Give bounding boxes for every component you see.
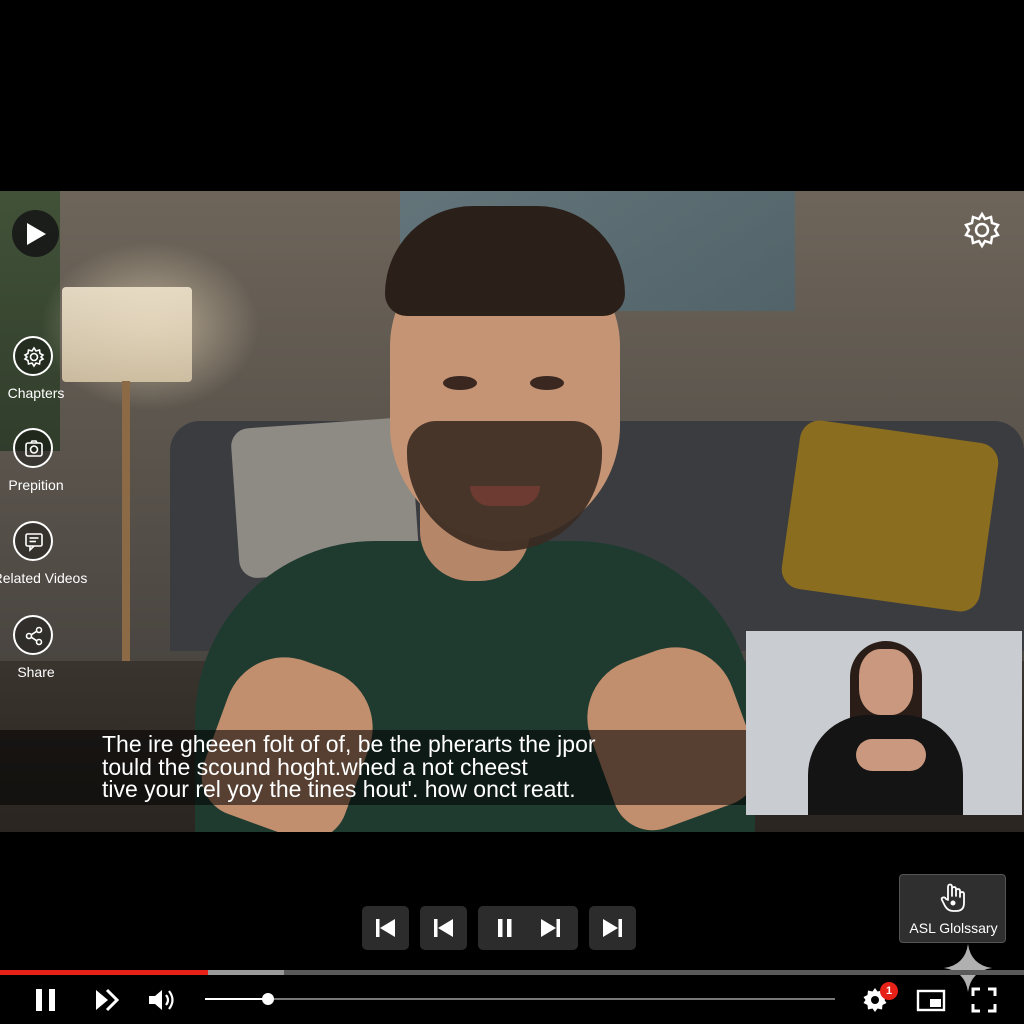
pillow-yellow	[779, 417, 1001, 615]
related-videos-button[interactable]	[13, 521, 53, 561]
sign-language-interpreter-video[interactable]	[746, 631, 1022, 815]
gear-icon	[23, 346, 45, 368]
volume-level	[205, 998, 268, 1000]
previous-icon	[434, 919, 453, 937]
asl-glossary-button[interactable]: ASL Glolssary	[899, 874, 1006, 943]
chapters-button[interactable]	[13, 336, 53, 376]
volume-button[interactable]	[147, 985, 177, 1020]
next-icon	[541, 919, 560, 937]
pause-icon	[36, 989, 55, 1011]
play-icon	[27, 223, 46, 245]
gear-icon	[964, 211, 1000, 249]
presenter-eye-right	[530, 376, 564, 390]
play-overlay-button[interactable]	[12, 210, 59, 257]
next-button[interactable]	[94, 985, 122, 1020]
hand-pointer-icon	[940, 883, 965, 912]
chat-icon	[25, 533, 43, 552]
camera-icon	[25, 440, 43, 457]
fullscreen-button[interactable]	[970, 985, 998, 1020]
next-icon	[96, 988, 120, 1012]
lamp-stand	[122, 381, 130, 681]
lamp-shade	[62, 287, 192, 382]
pause-icon	[498, 919, 512, 937]
settings-notification-badge: 1	[880, 982, 898, 1000]
skip-back-button[interactable]	[362, 906, 409, 950]
side-menu-share[interactable]: Share	[0, 615, 72, 681]
volume-handle[interactable]	[262, 993, 274, 1005]
asl-glossary-label: ASL Glolssary	[909, 920, 998, 936]
side-menu-label: Share	[17, 664, 55, 680]
miniplayer-icon	[916, 989, 946, 1012]
skip-back-icon	[376, 919, 395, 937]
progress-played	[0, 970, 208, 975]
share-button[interactable]	[13, 615, 53, 655]
previous-button[interactable]	[420, 906, 467, 950]
miniplayer-button[interactable]	[916, 985, 946, 1020]
pause-button[interactable]	[33, 985, 59, 1020]
pause-next-button-group[interactable]	[478, 906, 578, 950]
caption-line: The ire gheeen folt of of, be the pherar…	[102, 731, 596, 757]
side-menu-prepition[interactable]: Prepition	[0, 428, 72, 494]
settings-overlay-button[interactable]	[962, 210, 1002, 250]
side-menu-chapters[interactable]: Chapters	[0, 336, 72, 402]
side-menu-label: Prepition	[8, 477, 64, 493]
interpreter-hands	[856, 739, 926, 771]
volume-icon	[149, 990, 174, 1010]
volume-slider[interactable]	[205, 993, 835, 1005]
fullscreen-icon	[971, 987, 997, 1013]
presenter-mouth	[470, 486, 540, 506]
progress-bar[interactable]	[0, 970, 1024, 975]
skip-forward-button[interactable]	[589, 906, 636, 950]
side-menu-label: Chapters	[7, 385, 65, 401]
prepition-button[interactable]	[13, 428, 53, 468]
caption-line: tive your rel yoy the tines hout'. how o…	[102, 776, 576, 802]
presenter-eye-left	[443, 376, 477, 390]
side-menu-label: Related Videos	[0, 570, 88, 586]
presenter-hair	[385, 206, 625, 316]
share-icon	[25, 626, 43, 646]
interpreter-head	[859, 649, 913, 715]
skip-forward-icon	[603, 919, 622, 937]
side-menu-related-videos[interactable]: Related Videos	[0, 521, 87, 587]
